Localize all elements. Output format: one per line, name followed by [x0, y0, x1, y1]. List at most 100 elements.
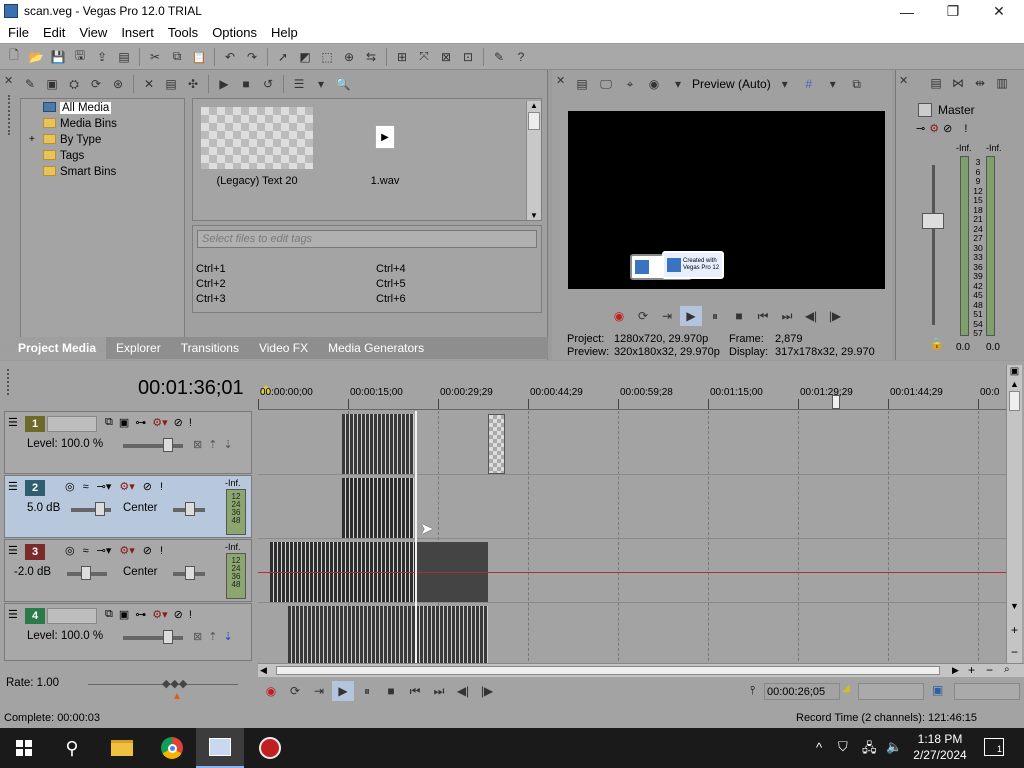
properties-icon[interactable]: ▤: [114, 47, 134, 67]
volume-slider-knob[interactable]: [81, 566, 91, 580]
text-clip[interactable]: [488, 414, 505, 474]
show-hidden-icons[interactable]: ^: [816, 740, 822, 755]
search-icon[interactable]: ⚲: [48, 728, 96, 768]
vertical-scrollbar[interactable]: ▣ ▲ ▼ + −: [1006, 365, 1022, 665]
lock-envelopes-icon[interactable]: ⊠: [436, 47, 456, 67]
envelope-icon[interactable]: ⊠: [193, 438, 202, 451]
maximize-button[interactable]: ❐: [930, 0, 976, 23]
go-to-start-icon[interactable]: ⏮: [404, 681, 426, 701]
record-icon[interactable]: ◉: [608, 306, 630, 326]
redo-icon[interactable]: ↷: [242, 47, 262, 67]
mute-icon[interactable]: ⊘: [143, 480, 152, 493]
up-arrow-icon[interactable]: ⇡: [208, 630, 217, 643]
stop-icon[interactable]: ■: [380, 681, 402, 701]
tree-item-media-bins[interactable]: Media Bins: [43, 116, 184, 132]
properties-icon[interactable]: ▤: [161, 74, 181, 94]
menu-help[interactable]: Help: [264, 23, 305, 43]
invert-phase-icon[interactable]: ≈: [83, 545, 89, 557]
ignore-grouping-icon[interactable]: ⊡: [458, 47, 478, 67]
preview-quality-dropdown-icon[interactable]: ▾: [775, 74, 795, 94]
media-item-text-thumbnail[interactable]: [201, 107, 313, 169]
cursor-position-field[interactable]: 00:00:26;05: [764, 683, 840, 700]
compositing-mode-icon[interactable]: ⧉: [105, 416, 113, 429]
vegas-app-icon[interactable]: [246, 728, 294, 768]
close-button[interactable]: ✕: [976, 0, 1022, 23]
import-media-icon[interactable]: ✎: [20, 74, 40, 94]
tag-input[interactable]: Select files to edit tags: [197, 230, 537, 248]
normal-edit-tool-icon[interactable]: ➚: [273, 47, 293, 67]
clock-date[interactable]: 2/27/2024: [912, 748, 968, 762]
pan-slider-knob[interactable]: [185, 566, 195, 580]
volume-envelope[interactable]: [258, 572, 1006, 573]
mono-icon[interactable]: ⇹: [970, 73, 990, 93]
pause-icon[interactable]: ⏸: [704, 306, 726, 326]
play-from-start-icon[interactable]: ⇥: [656, 306, 678, 326]
copy-icon[interactable]: ⧉: [167, 47, 187, 67]
solo-icon[interactable]: !: [160, 481, 163, 493]
rate-slider-knob[interactable]: ◆◆◆: [162, 677, 187, 690]
automation-icon[interactable]: ⊸: [916, 122, 925, 135]
media-list-scrollbar[interactable]: ▲ ▼: [526, 101, 541, 220]
selection-tool-icon[interactable]: ⬚: [317, 47, 337, 67]
stop-icon[interactable]: ■: [728, 306, 750, 326]
render-icon[interactable]: ⇪: [92, 47, 112, 67]
meter-options-icon[interactable]: ▥: [992, 73, 1012, 93]
master-fader-track[interactable]: [932, 165, 935, 325]
track-motion-icon[interactable]: ⊶: [135, 416, 146, 429]
track-header-4[interactable]: ☰ 4 ⧉ ▣ ⊶ ⚙▾ ⊘ ! Level: 100.0 % ⊠ ⇡ ⇣: [4, 603, 252, 661]
overlays-dropdown-icon[interactable]: ▾: [823, 74, 843, 94]
track-motion-icon[interactable]: ⊶: [135, 608, 146, 621]
loop-playback-icon[interactable]: ⟳: [632, 306, 654, 326]
track-fx-icon[interactable]: ⚙▾: [119, 480, 134, 493]
solo-icon[interactable]: !: [189, 609, 192, 621]
arm-record-icon[interactable]: ◎: [65, 544, 75, 557]
go-to-end-icon[interactable]: ⏭: [428, 681, 450, 701]
refresh-icon[interactable]: ⟳: [86, 74, 106, 94]
tree-item-smart-bins[interactable]: Smart Bins: [43, 164, 184, 180]
cursor-marker[interactable]: [832, 395, 840, 409]
volume-icon[interactable]: 🔈: [886, 739, 902, 755]
remove-media-icon[interactable]: ✕: [139, 74, 159, 94]
mixer-properties-icon[interactable]: ▤: [926, 73, 946, 93]
tab-media-generators[interactable]: Media Generators: [318, 337, 434, 359]
track-name-field[interactable]: [47, 416, 97, 432]
menu-options[interactable]: Options: [205, 23, 264, 43]
close-icon[interactable]: ✕: [556, 74, 565, 87]
save-as-icon[interactable]: 🖫: [70, 47, 90, 67]
close-icon[interactable]: ✕: [899, 74, 908, 87]
volume-slider[interactable]: [71, 508, 111, 512]
tree-item-tags[interactable]: Tags: [43, 148, 184, 164]
invert-phase-icon[interactable]: ≈: [83, 481, 89, 493]
downmix-icon[interactable]: ⋈: [948, 73, 968, 93]
play-icon[interactable]: ▶: [680, 306, 702, 326]
level-slider[interactable]: [123, 444, 183, 448]
track-minimize-icon[interactable]: ☰: [8, 608, 18, 621]
media-fx-icon[interactable]: ⊛: [108, 74, 128, 94]
auto-preview-icon[interactable]: ✣: [183, 74, 203, 94]
open-icon[interactable]: 📂: [26, 47, 46, 67]
mute-icon[interactable]: ⊘: [174, 416, 183, 429]
track-fx-icon[interactable]: ⚙▾: [152, 608, 167, 621]
capture-video-icon[interactable]: ▣: [42, 74, 62, 94]
auto-play-icon[interactable]: ↺: [258, 74, 278, 94]
external-monitor-icon[interactable]: 🖵: [596, 74, 616, 94]
timeline-ruler[interactable]: 00:00:00;00 00:00:15;00 00:00:29;29 00:00:4…: [258, 383, 1006, 413]
go-to-start-icon[interactable]: ⏮: [752, 306, 774, 326]
horizontal-scrollbar[interactable]: ◀ ▶ + − ⌕: [258, 663, 1024, 677]
track-header-1[interactable]: ☰ 1 ⧉ ▣ ⊶ ⚙▾ ⊘ ! Level: 100.0 % ⊠ ⇡ ⇣: [4, 411, 252, 474]
security-icon[interactable]: ⛉: [838, 739, 848, 755]
save-icon[interactable]: 💾: [48, 47, 68, 67]
tab-explorer[interactable]: Explorer: [106, 337, 171, 359]
network-icon[interactable]: 🖧: [862, 739, 877, 761]
video-clip[interactable]: [288, 606, 488, 663]
track-name-field[interactable]: [47, 608, 97, 624]
tab-project-media[interactable]: Project Media: [0, 337, 107, 359]
play-preview-icon[interactable]: ▶: [214, 74, 234, 94]
envelope-icon[interactable]: ⊠: [193, 630, 202, 643]
undo-icon[interactable]: ↶: [220, 47, 240, 67]
video-fx-icon[interactable]: ◉: [644, 74, 664, 94]
arm-record-icon[interactable]: ◎: [65, 480, 75, 493]
vegas-pro-icon[interactable]: [196, 728, 244, 768]
master-insert-icon[interactable]: [918, 103, 932, 117]
level-slider[interactable]: [123, 636, 183, 640]
